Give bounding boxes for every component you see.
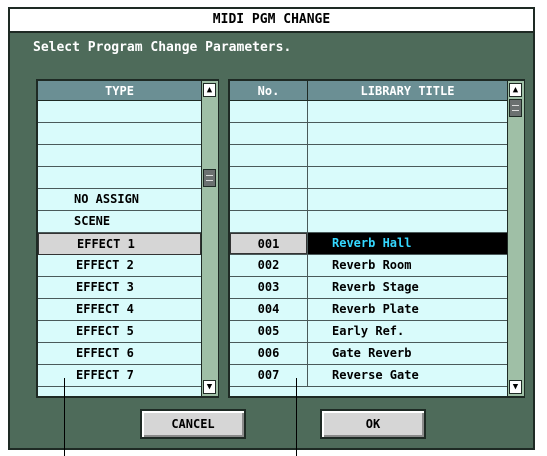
- callout-line-library-list: [296, 378, 297, 456]
- library-list[interactable]: No. LIBRARY TITLE 001 Reverb Hall 002 Rever…: [228, 79, 525, 398]
- type-list-item[interactable]: SCENE: [38, 211, 201, 233]
- type-list-item[interactable]: [38, 167, 201, 189]
- type-list-item[interactable]: EFFECT 6: [38, 343, 201, 365]
- library-list-row[interactable]: [230, 167, 507, 189]
- library-no-cell: 001: [230, 233, 307, 254]
- type-item-label: EFFECT 3: [76, 280, 134, 294]
- library-title-cell: Gate Reverb: [332, 346, 412, 360]
- type-item-label: EFFECT 6: [76, 346, 134, 360]
- library-no-cell: [230, 167, 307, 188]
- type-item-label: SCENE: [74, 214, 111, 228]
- dialog-instructions: Select Program Change Parameters.: [33, 40, 292, 55]
- type-list-item[interactable]: [38, 145, 201, 167]
- type-scroll-thumb[interactable]: [203, 169, 216, 187]
- scroll-up-arrow-icon[interactable]: ▲: [509, 83, 522, 97]
- library-list-row[interactable]: [230, 101, 507, 123]
- type-list-item[interactable]: EFFECT 2: [38, 255, 201, 277]
- scroll-down-arrow-icon[interactable]: ▼: [509, 380, 522, 394]
- library-no-cell: 006: [257, 346, 280, 360]
- library-title-cell: [308, 101, 507, 122]
- callout-line-type-list: [64, 378, 65, 456]
- type-list-item[interactable]: EFFECT 4: [38, 299, 201, 321]
- library-list-row[interactable]: 007 Reverse Gate: [230, 365, 507, 387]
- type-item-label: EFFECT 1: [77, 237, 135, 251]
- cancel-button[interactable]: CANCEL: [140, 409, 246, 439]
- type-item-label: EFFECT 4: [76, 302, 134, 316]
- type-item-label: EFFECT 7: [76, 368, 134, 382]
- type-list-item[interactable]: [38, 123, 201, 145]
- type-item-label: EFFECT 2: [76, 258, 134, 272]
- library-list-row[interactable]: 002 Reverb Room: [230, 255, 507, 277]
- library-no-cell: [230, 123, 307, 144]
- type-list[interactable]: TYPE NO ASSIGN SCENE EFFECT 1 EFFECT 2 EFFEC…: [36, 79, 219, 398]
- library-no-cell: [230, 101, 307, 122]
- type-list-scrollbar[interactable]: ▲ ▼: [201, 81, 218, 396]
- library-title-cell: Reverse Gate: [332, 368, 419, 382]
- library-title-cell: [308, 145, 507, 166]
- no-column-header: No.: [230, 81, 308, 101]
- library-no-cell: [230, 145, 307, 166]
- library-list-row[interactable]: 005 Early Ref.: [230, 321, 507, 343]
- library-title-cell: Reverb Plate: [332, 302, 419, 316]
- library-list-row[interactable]: [230, 189, 507, 211]
- library-list-row[interactable]: 001 Reverb Hall: [230, 233, 507, 255]
- library-list-scrollbar[interactable]: ▲ ▼: [507, 81, 524, 396]
- type-column-header: TYPE: [38, 81, 201, 101]
- library-title-cell: Reverb Hall: [308, 233, 507, 254]
- library-list-row[interactable]: 006 Gate Reverb: [230, 343, 507, 365]
- dialog-title: MIDI PGM CHANGE: [10, 9, 533, 33]
- library-no-cell: [230, 189, 307, 210]
- ok-button[interactable]: OK: [320, 409, 426, 439]
- library-title-cell: Reverb Room: [332, 258, 412, 272]
- type-list-item[interactable]: NO ASSIGN: [38, 189, 201, 211]
- library-list-row[interactable]: 003 Reverb Stage: [230, 277, 507, 299]
- library-title-cell: [308, 123, 507, 144]
- library-title-cell: Reverb Stage: [332, 280, 419, 294]
- type-item-label: NO ASSIGN: [74, 192, 140, 206]
- type-list-item[interactable]: EFFECT 3: [38, 277, 201, 299]
- library-scroll-thumb[interactable]: [509, 99, 522, 117]
- midi-pgm-change-dialog: MIDI PGM CHANGE Select Program Change Pa…: [8, 7, 535, 450]
- library-no-cell: 005: [257, 324, 280, 338]
- type-list-item[interactable]: EFFECT 7: [38, 365, 201, 387]
- library-title-cell: [308, 167, 507, 188]
- scroll-up-arrow-icon[interactable]: ▲: [203, 83, 216, 97]
- library-no-cell: [230, 211, 307, 232]
- library-list-row[interactable]: 004 Reverb Plate: [230, 299, 507, 321]
- library-no-cell: 004: [257, 302, 280, 316]
- type-list-item[interactable]: [38, 101, 201, 123]
- library-title-cell: Early Ref.: [332, 324, 405, 338]
- library-no-cell: 002: [257, 258, 280, 272]
- type-item-label: EFFECT 5: [76, 324, 134, 338]
- library-list-row[interactable]: [230, 145, 507, 167]
- library-no-cell: 003: [257, 280, 280, 294]
- library-list-row[interactable]: [230, 123, 507, 145]
- library-list-row[interactable]: [230, 211, 507, 233]
- library-title-cell: [308, 189, 507, 210]
- scroll-down-arrow-icon[interactable]: ▼: [203, 380, 216, 394]
- type-list-item[interactable]: EFFECT 1: [38, 233, 201, 255]
- library-title-cell: [308, 211, 507, 232]
- library-title-column-header: LIBRARY TITLE: [308, 81, 507, 101]
- type-list-item[interactable]: EFFECT 5: [38, 321, 201, 343]
